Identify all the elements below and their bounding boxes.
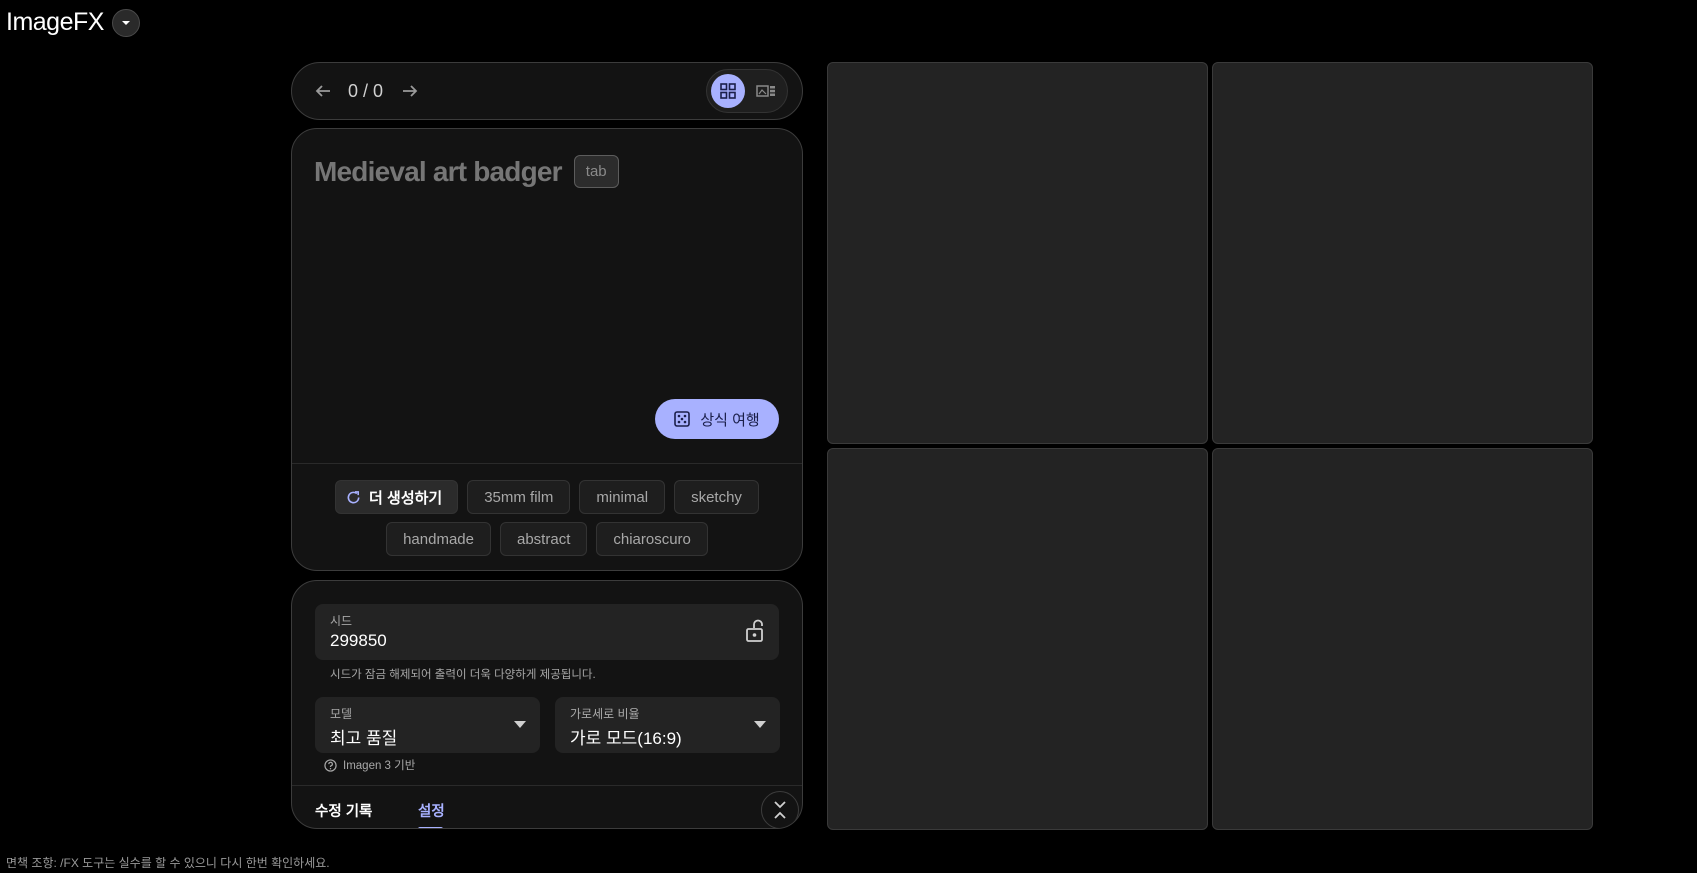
seed-label: 시드 <box>330 614 353 628</box>
next-button[interactable] <box>393 74 427 108</box>
image-placeholder[interactable] <box>827 62 1208 444</box>
app-title: ImageFX <box>6 8 104 36</box>
model-value: 최고 품질 <box>330 729 398 748</box>
single-view-button[interactable] <box>749 74 783 108</box>
suggestion-chip[interactable]: handmade <box>386 522 491 556</box>
settings-card: 시드 299850 시드가 잠금 해제되어 출력이 더욱 다양하게 제공됩니다.… <box>291 580 803 829</box>
tab-settings[interactable]: 설정 <box>418 800 445 821</box>
pager-bar: 0 / 0 <box>291 62 803 120</box>
suggestion-chip[interactable]: abstract <box>500 522 588 556</box>
aspect-ratio-select[interactable]: 가로세로 비율 가로 모드(16:9) <box>555 697 780 753</box>
lucky-label: 상식 여행 <box>700 411 760 429</box>
collapse-icon <box>774 801 786 819</box>
imagen-note-text: Imagen 3 기반 <box>343 760 416 772</box>
aspect-ratio-label: 가로세로 비율 <box>570 707 640 721</box>
imagen-note: Imagen 3 기반 <box>324 757 415 773</box>
model-label: 모델 <box>330 707 353 721</box>
tab-hint-badge: tab <box>573 155 619 188</box>
page-counter: 0 / 0 <box>348 80 384 101</box>
chip-row: handmade abstract chiaroscuro <box>292 522 802 556</box>
bottom-tabs: 수정 기록 설정 <box>292 785 802 828</box>
seed-value: 299850 <box>330 631 387 650</box>
unlock-icon <box>746 619 763 642</box>
collapse-button[interactable] <box>761 791 799 828</box>
grid-view-button[interactable] <box>711 74 745 108</box>
prompt-input[interactable]: Medieval art badger tab <box>314 155 619 188</box>
prompt-placeholder: Medieval art badger <box>314 155 563 187</box>
help-icon[interactable] <box>324 758 337 772</box>
suggestion-chip[interactable]: sketchy <box>674 480 759 514</box>
generate-more-label: 더 생성하기 <box>369 489 443 507</box>
chip-row: 더 생성하기 35mm film minimal sketchy <box>292 480 802 514</box>
model-select[interactable]: 모델 최고 품질 <box>315 697 540 753</box>
image-placeholder[interactable] <box>1212 448 1593 830</box>
suggestion-chip[interactable]: 35mm film <box>467 480 571 514</box>
suggestion-chip[interactable]: minimal <box>579 480 666 514</box>
seed-field[interactable]: 시드 299850 <box>315 604 779 660</box>
image-placeholder[interactable] <box>1212 62 1593 444</box>
view-toggle <box>706 69 788 113</box>
lucky-button[interactable]: 상식 여행 <box>655 399 779 439</box>
arrow-right-icon <box>403 85 418 97</box>
seed-hint: 시드가 잠금 해제되어 출력이 더욱 다양하게 제공됩니다. <box>330 669 596 681</box>
suggestion-chips: 더 생성하기 35mm film minimal sketchy handmad… <box>292 463 802 570</box>
filmstrip-icon <box>756 85 775 97</box>
tab-history[interactable]: 수정 기록 <box>315 800 372 821</box>
prompt-card: Medieval art badger tab 상식 여행 더 생성하기 35m… <box>291 128 803 571</box>
caret-down-icon <box>514 721 526 728</box>
caret-down-icon <box>754 721 766 728</box>
suggestion-chip[interactable]: chiaroscuro <box>596 522 708 556</box>
prev-button[interactable] <box>306 74 340 108</box>
generate-more-chip[interactable]: 더 생성하기 <box>335 480 459 514</box>
disclaimer: 면책 조항: /FX 도구는 실수를 할 수 있으니 다시 한번 확인하세요. <box>6 856 330 870</box>
dice-icon <box>674 411 691 427</box>
app-header: ImageFX <box>6 8 140 37</box>
grid-icon <box>720 83 736 99</box>
chevron-down-icon <box>121 20 130 25</box>
aspect-ratio-value: 가로 모드(16:9) <box>570 729 682 748</box>
app-menu-button[interactable] <box>111 8 140 37</box>
arrow-left-icon <box>315 85 330 97</box>
seed-lock-button[interactable] <box>745 619 767 648</box>
active-tab-indicator <box>418 827 443 828</box>
refresh-icon <box>347 490 360 503</box>
image-placeholder[interactable] <box>827 448 1208 830</box>
